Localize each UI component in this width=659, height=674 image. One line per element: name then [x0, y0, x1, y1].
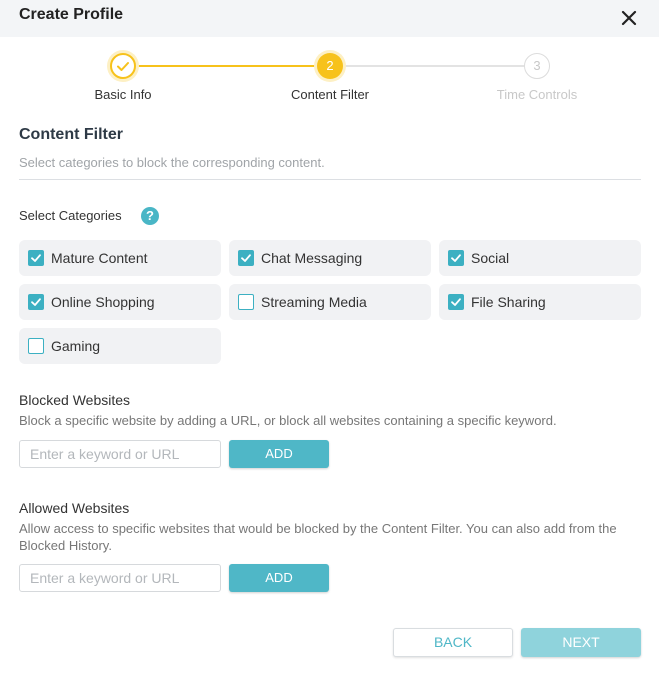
category-checkbox[interactable] [448, 250, 464, 266]
checkmark-icon [117, 62, 129, 71]
step-1-indicator [110, 53, 136, 79]
category-item[interactable]: Streaming Media [229, 284, 431, 320]
next-button[interactable]: NEXT [521, 628, 641, 657]
progress-stepper: 2 3 Basic Info Content Filter Time Contr… [0, 50, 659, 110]
step-3-label: Time Controls [496, 87, 578, 102]
step-3-number: 3 [533, 58, 541, 73]
allowed-websites-description: Allow access to specific websites that w… [19, 521, 617, 553]
category-label: Social [471, 250, 510, 266]
divider [19, 179, 641, 180]
add-allowed-button[interactable]: ADD [229, 564, 329, 592]
blocked-websites-title: Blocked Websites [19, 392, 131, 408]
category-label: Streaming Media [261, 294, 367, 310]
category-item[interactable]: Online Shopping [19, 284, 221, 320]
category-checkbox[interactable] [28, 338, 44, 354]
category-label: Gaming [51, 338, 101, 354]
category-item[interactable]: Social [439, 240, 641, 276]
step-3-indicator: 3 [524, 53, 550, 79]
blocked-url-input[interactable] [19, 440, 221, 468]
category-checkbox[interactable] [238, 294, 254, 310]
category-item[interactable]: Chat Messaging [229, 240, 431, 276]
close-icon[interactable] [617, 6, 641, 30]
step-2-label: Content Filter [290, 87, 370, 102]
back-button[interactable]: BACK [393, 628, 513, 657]
step-1-label: Basic Info [94, 87, 152, 102]
allowed-url-input[interactable] [19, 564, 221, 592]
category-label: File Sharing [471, 294, 546, 310]
checkmark-icon [451, 254, 461, 262]
add-blocked-button[interactable]: ADD [229, 440, 329, 468]
category-checkbox[interactable] [28, 294, 44, 310]
section-description: Select categories to block the correspon… [19, 155, 325, 170]
category-label: Online Shopping [51, 294, 155, 310]
category-label: Mature Content [51, 250, 148, 266]
checkmark-icon [451, 298, 461, 306]
allowed-websites-title: Allowed Websites [19, 500, 130, 516]
category-checkbox[interactable] [238, 250, 254, 266]
category-item[interactable]: Mature Content [19, 240, 221, 276]
step-2-number: 2 [326, 58, 334, 73]
category-checkbox[interactable] [28, 250, 44, 266]
blocked-websites-description: Block a specific website by adding a URL… [19, 413, 557, 428]
category-item[interactable]: Gaming [19, 328, 221, 364]
step-connector-done [136, 65, 317, 67]
categories-label: Select Categories [19, 208, 122, 223]
dialog-title: Create Profile [19, 6, 124, 23]
checkmark-icon [31, 254, 41, 262]
help-icon[interactable]: ? [141, 207, 159, 225]
category-checkbox[interactable] [448, 294, 464, 310]
checkmark-icon [241, 254, 251, 262]
step-connector-todo [343, 65, 524, 67]
category-item[interactable]: File Sharing [439, 284, 641, 320]
dialog-header: Create Profile [0, 0, 659, 37]
step-2-indicator: 2 [317, 53, 343, 79]
category-label: Chat Messaging [261, 250, 363, 266]
checkmark-icon [31, 298, 41, 306]
section-title: Content Filter [19, 126, 123, 143]
